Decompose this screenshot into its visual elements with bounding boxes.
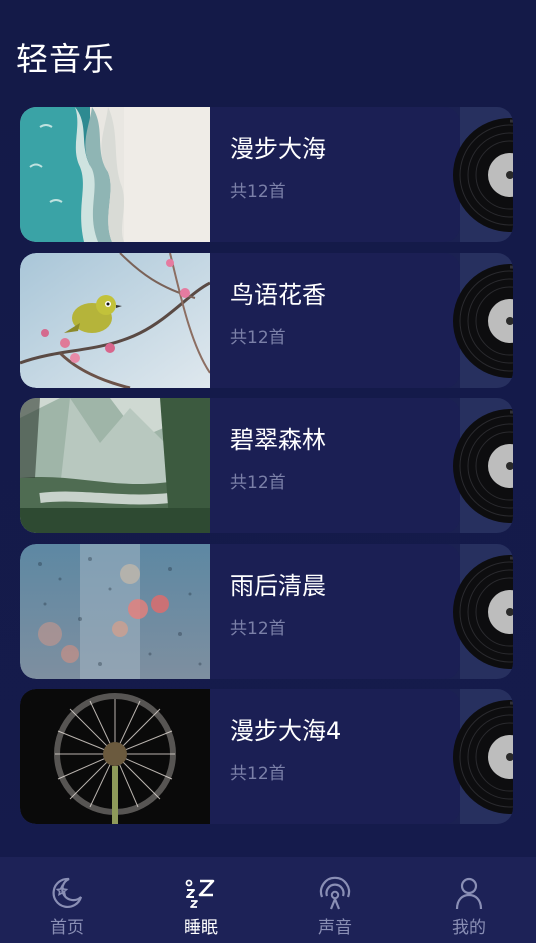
tab-label: 睡眠 [184, 918, 218, 938]
playlist-count: 共12首 [230, 328, 286, 348]
sleep-zzz-icon [182, 875, 220, 911]
card-panel [210, 253, 460, 388]
playlist-cover-image [20, 544, 210, 679]
bird-blossom-image [20, 253, 210, 388]
card-body: 鸟语花香 共12首 [20, 253, 460, 388]
vinyl-record-icon [452, 554, 513, 670]
playlist-cover-image [20, 253, 210, 388]
playlist-card[interactable]: 鸟语花香 共12首 [20, 253, 513, 388]
playlist-count: 共12首 [230, 619, 286, 639]
page-title: 轻音乐 [16, 40, 116, 78]
rain-glass-image [20, 544, 210, 679]
playlist-title: 雨后清晨 [230, 572, 326, 600]
playlist-card[interactable]: 漫步大海 共12首 [20, 107, 513, 242]
playlist-cover-image [20, 398, 210, 533]
card-body: 漫步大海 共12首 [20, 107, 460, 242]
card-body: 碧翠森林 共12首 [20, 398, 460, 533]
tab-home[interactable]: 首页 [0, 857, 134, 943]
playlist-count: 共12首 [230, 764, 286, 784]
card-panel [210, 107, 460, 242]
playlist-count: 共12首 [230, 182, 286, 202]
card-panel [210, 398, 460, 533]
tab-label: 首页 [50, 918, 84, 938]
card-panel [210, 544, 460, 679]
vinyl-record-icon [452, 263, 513, 379]
moon-star-icon [48, 875, 86, 911]
dandelion-image [20, 689, 210, 824]
playlist-cover-image [20, 689, 210, 824]
card-body: 漫步大海4 共12首 [20, 689, 460, 824]
person-icon [450, 875, 488, 911]
playlist-count: 共12首 [230, 473, 286, 493]
card-panel [210, 689, 460, 824]
playlist-title: 鸟语花香 [230, 281, 326, 309]
playlist-card[interactable]: 雨后清晨 共12首 [20, 544, 513, 679]
card-body: 雨后清晨 共12首 [20, 544, 460, 679]
tab-sleep[interactable]: 睡眠 [134, 857, 268, 943]
playlist-title: 碧翠森林 [230, 426, 326, 454]
vinyl-record-icon [452, 699, 513, 815]
vinyl-record-icon [452, 408, 513, 524]
tab-sound[interactable]: 声音 [268, 857, 402, 943]
sleep-music-screen: 轻音乐 漫步大海 共12首 鸟语花香 共12首 碧翠森林 共12首 雨后清晨 共… [0, 0, 536, 943]
tab-label: 声音 [318, 918, 352, 938]
playlist-cover-image [20, 107, 210, 242]
tab-label: 我的 [452, 918, 486, 938]
bottom-tab-bar: 首页 睡眠 声音 我的 [0, 857, 536, 943]
ocean-beach-image [20, 107, 210, 242]
tab-profile[interactable]: 我的 [402, 857, 536, 943]
playlist-card[interactable]: 漫步大海4 共12首 [20, 689, 513, 824]
sound-waves-icon [316, 875, 354, 911]
vinyl-record-icon [452, 117, 513, 233]
playlist-title: 漫步大海 [230, 135, 326, 163]
playlist-card[interactable]: 碧翠森林 共12首 [20, 398, 513, 533]
playlist-title: 漫步大海4 [230, 717, 342, 745]
forest-valley-image [20, 398, 210, 533]
